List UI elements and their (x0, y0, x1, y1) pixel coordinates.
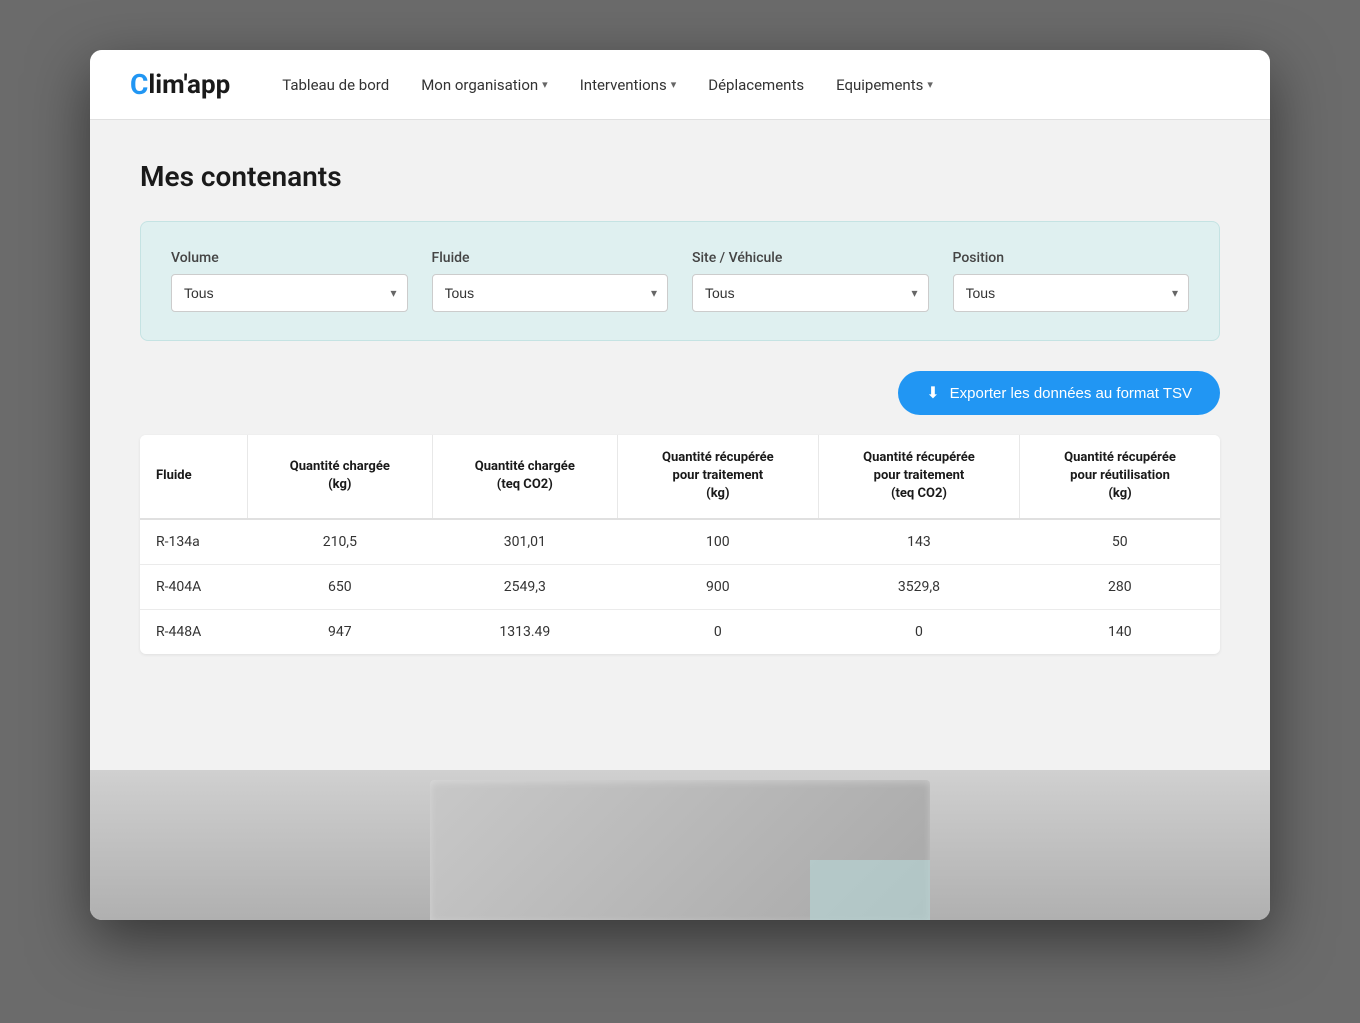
navbar: Clim'app Tableau de bord Mon organisatio… (90, 50, 1270, 120)
export-row: ⬇ Exporter les données au format TSV (140, 371, 1220, 415)
site-vehicule-label: Site / Véhicule (692, 250, 929, 266)
screen-frame: Clim'app Tableau de bord Mon organisatio… (90, 50, 1270, 920)
volume-select[interactable]: Tous (184, 285, 395, 301)
col-qty-recovered-treatment-teq: Quantité récupéréepour traitement(teq CO… (818, 435, 1019, 519)
filter-row: Volume Tous ▾ Fluide Tous ▾ (171, 250, 1189, 312)
cell-qty-charged-kg: 947 (247, 609, 432, 654)
cell-qty-recovered-treatment-kg: 0 (617, 609, 818, 654)
cell-qty-charged-kg: 650 (247, 564, 432, 609)
cell-qty-recovered-treatment-teq: 3529,8 (818, 564, 1019, 609)
cell-fluide: R-404A (140, 564, 247, 609)
bottom-decoration (90, 770, 1270, 920)
chevron-down-icon: ▾ (671, 78, 677, 91)
nav-interventions[interactable]: Interventions ▾ (580, 72, 677, 98)
filter-box: Volume Tous ▾ Fluide Tous ▾ (140, 221, 1220, 341)
table-row: R-134a 210,5 301,01 100 143 50 (140, 519, 1220, 565)
col-qty-charged-teq: Quantité chargée(teq CO2) (432, 435, 617, 519)
position-select-wrapper: Tous ▾ (953, 274, 1190, 312)
table-row: R-404A 650 2549,3 900 3529,8 280 (140, 564, 1220, 609)
chevron-down-icon: ▾ (542, 78, 548, 91)
col-qty-recovered-reuse-kg: Quantité récupéréepour réutilisation(kg) (1020, 435, 1220, 519)
position-select[interactable]: Tous (966, 285, 1177, 301)
cell-qty-recovered-treatment-teq: 143 (818, 519, 1019, 565)
fluide-select[interactable]: Tous (445, 285, 656, 301)
fluide-filter-group: Fluide Tous ▾ (432, 250, 669, 312)
site-vehicule-select-wrapper: Tous ▾ (692, 274, 929, 312)
nav-deplacements[interactable]: Déplacements (708, 72, 804, 98)
logo-text: lim'app (148, 70, 230, 100)
site-vehicule-filter-group: Site / Véhicule Tous ▾ (692, 250, 929, 312)
deco-shape (430, 780, 930, 920)
col-fluide: Fluide (140, 435, 247, 519)
table-header-row: Fluide Quantité chargée(kg) Quantité cha… (140, 435, 1220, 519)
cell-qty-recovered-treatment-kg: 100 (617, 519, 818, 565)
app-logo[interactable]: Clim'app (130, 68, 230, 101)
cell-qty-recovered-reuse-kg: 280 (1020, 564, 1220, 609)
export-tsv-button[interactable]: ⬇ Exporter les données au format TSV (898, 371, 1220, 415)
volume-select-wrapper: Tous ▾ (171, 274, 408, 312)
col-qty-charged-kg: Quantité chargée(kg) (247, 435, 432, 519)
col-qty-recovered-treatment-kg: Quantité récupéréepour traitement(kg) (617, 435, 818, 519)
export-btn-label: Exporter les données au format TSV (950, 385, 1192, 402)
cell-qty-charged-teq: 301,01 (432, 519, 617, 565)
cell-fluide: R-448A (140, 609, 247, 654)
cell-qty-charged-kg: 210,5 (247, 519, 432, 565)
nav-mon-organisation[interactable]: Mon organisation ▾ (421, 72, 548, 98)
nav-equipements[interactable]: Equipements ▾ (836, 72, 933, 98)
volume-label: Volume (171, 250, 408, 266)
cell-qty-recovered-treatment-kg: 900 (617, 564, 818, 609)
chevron-down-icon: ▾ (927, 78, 933, 91)
position-filter-group: Position Tous ▾ (953, 250, 1190, 312)
main-content: Mes contenants Volume Tous ▾ Fluide (90, 120, 1270, 770)
fluide-select-wrapper: Tous ▾ (432, 274, 669, 312)
fluide-label: Fluide (432, 250, 669, 266)
cell-qty-charged-teq: 1313.49 (432, 609, 617, 654)
logo-c: C (130, 68, 148, 101)
nav-tableau-de-bord[interactable]: Tableau de bord (282, 72, 389, 98)
table-row: R-448A 947 1313.49 0 0 140 (140, 609, 1220, 654)
cell-qty-recovered-treatment-teq: 0 (818, 609, 1019, 654)
page-title: Mes contenants (140, 160, 1220, 193)
data-table: Fluide Quantité chargée(kg) Quantité cha… (140, 435, 1220, 654)
cell-qty-recovered-reuse-kg: 140 (1020, 609, 1220, 654)
site-vehicule-select[interactable]: Tous (705, 285, 916, 301)
volume-filter-group: Volume Tous ▾ (171, 250, 408, 312)
cell-fluide: R-134a (140, 519, 247, 565)
cell-qty-recovered-reuse-kg: 50 (1020, 519, 1220, 565)
cell-qty-charged-teq: 2549,3 (432, 564, 617, 609)
position-label: Position (953, 250, 1190, 266)
download-icon: ⬇ (926, 383, 939, 403)
